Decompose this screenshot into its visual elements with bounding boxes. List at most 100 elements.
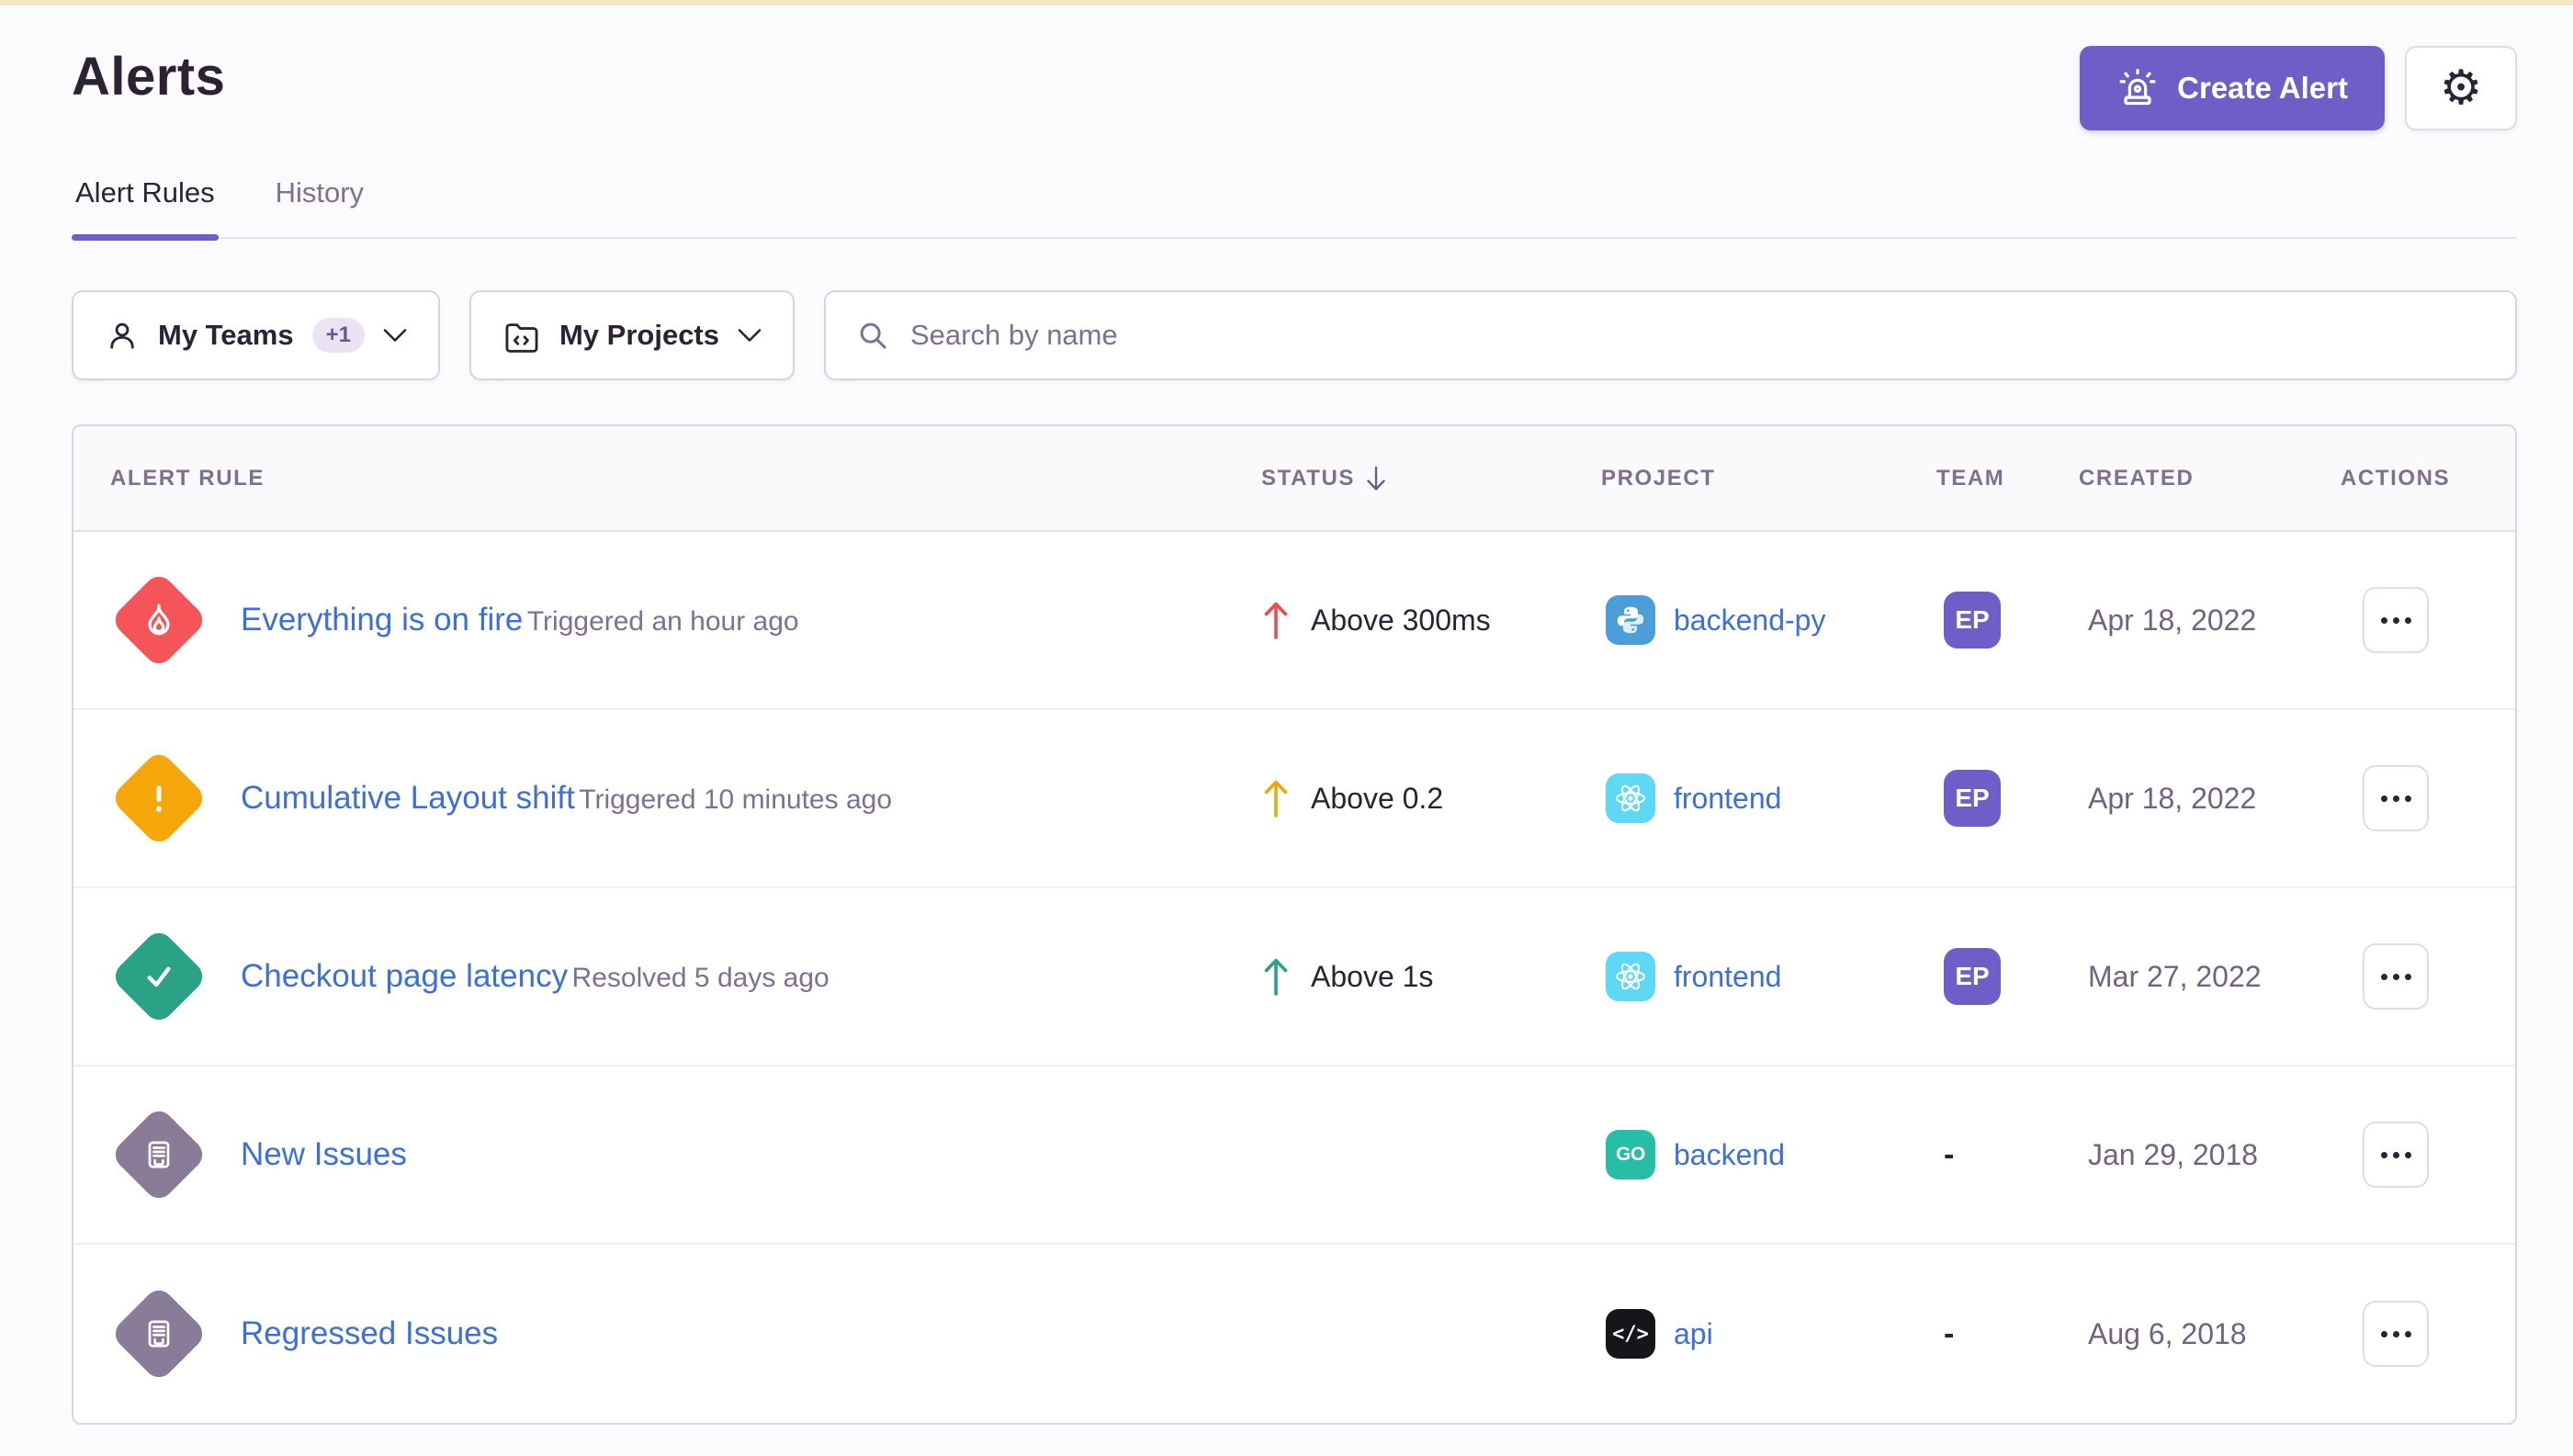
- issues-icon: [141, 1315, 177, 1352]
- actions-cell: [2341, 765, 2478, 831]
- alert-rule-link[interactable]: Everything is on fire: [241, 602, 523, 638]
- table-row: Cumulative Layout shift Triggered 10 min…: [73, 710, 2515, 888]
- create-alert-button[interactable]: Create Alert: [2080, 46, 2385, 130]
- alert-type-icon: [110, 928, 208, 1025]
- tab-alert-rules[interactable]: Alert Rules: [72, 176, 219, 237]
- status-up-arrow-icon: [1261, 955, 1291, 998]
- created-date: Jan 29, 2018: [2079, 1138, 2341, 1172]
- team-cell: EP: [1936, 948, 2079, 1005]
- project-platform-icon: GO </>: [1606, 952, 1655, 1001]
- sort-desc-icon: [1364, 464, 1388, 493]
- alert-rule-link[interactable]: Cumulative Layout shift: [241, 780, 575, 816]
- alert-rule-link[interactable]: Regressed Issues: [241, 1315, 498, 1351]
- projects-filter-label: My Projects: [559, 319, 719, 352]
- team-cell: EP: [1936, 770, 2079, 827]
- status-cell: Above 0.2: [1261, 777, 1601, 819]
- team-cell: -: [1936, 1137, 2079, 1173]
- alert-rule-link[interactable]: New Issues: [241, 1136, 407, 1172]
- project-folder-icon: [502, 317, 541, 354]
- column-header-actions: Actions: [2341, 466, 2478, 491]
- alert-rule-cell: Cumulative Layout shift Triggered 10 min…: [110, 750, 1261, 847]
- row-actions-button[interactable]: [2363, 765, 2429, 831]
- alert-rule-link[interactable]: Checkout page latency: [241, 958, 568, 994]
- table-header-row: Alert Rule Status Project Team Created A…: [73, 426, 2515, 532]
- project-cell: GO </> api: [1601, 1309, 1936, 1359]
- page-title: Alerts: [72, 46, 225, 107]
- status-text: Above 1s: [1311, 960, 1433, 994]
- column-header-created: Created: [2079, 466, 2341, 491]
- chevron-down-icon: [383, 328, 407, 343]
- chevron-down-icon: [738, 328, 762, 343]
- team-badge: -: [1944, 1137, 2079, 1173]
- top-accent-strip: [0, 0, 2573, 6]
- search-container: [824, 290, 2517, 380]
- project-link[interactable]: frontend: [1674, 960, 1781, 994]
- project-cell: GO </> backend-py: [1601, 595, 1936, 645]
- alert-type-icon: [110, 750, 208, 847]
- project-cell: GO </> frontend: [1601, 952, 1936, 1001]
- alert-rule-subtitle: Triggered 10 minutes ago: [579, 784, 892, 815]
- project-link[interactable]: backend-py: [1674, 604, 1825, 638]
- status-text: Above 300ms: [1311, 604, 1491, 638]
- status-cell: Above 300ms: [1261, 599, 1601, 641]
- project-platform-icon: GO </>: [1606, 595, 1655, 645]
- status-up-arrow-icon: [1261, 777, 1291, 819]
- alert-settings-button[interactable]: ⚙: [2405, 46, 2517, 130]
- created-date: Aug 6, 2018: [2079, 1317, 2341, 1351]
- actions-cell: [2341, 587, 2478, 653]
- table-row: Regressed Issues GO </> api - A: [73, 1245, 2515, 1423]
- project-link[interactable]: frontend: [1674, 782, 1781, 816]
- table-row: New Issues GO </> backend - Jan: [73, 1067, 2515, 1245]
- react-icon: [1612, 780, 1649, 817]
- row-actions-button[interactable]: [2363, 943, 2429, 1010]
- table-row: Everything is on fire Triggered an hour …: [73, 532, 2515, 710]
- row-actions-button[interactable]: [2363, 1301, 2429, 1367]
- alert-type-icon: [110, 1106, 208, 1203]
- column-header-status[interactable]: Status: [1261, 464, 1601, 493]
- teams-filter-dropdown[interactable]: My Teams +1: [72, 290, 440, 380]
- project-platform-icon: GO </>: [1606, 1130, 1655, 1179]
- teams-count-badge: +1: [312, 318, 365, 353]
- alert-rule-cell: New Issues: [110, 1106, 1261, 1203]
- search-input[interactable]: [910, 319, 2486, 352]
- project-link[interactable]: backend: [1674, 1138, 1785, 1172]
- row-actions-button[interactable]: [2363, 587, 2429, 653]
- alert-rule-cell: Regressed Issues: [110, 1285, 1261, 1383]
- column-header-project: Project: [1601, 466, 1936, 491]
- react-icon: [1612, 958, 1649, 995]
- status-cell: Above 1s: [1261, 955, 1601, 998]
- actions-cell: [2341, 943, 2478, 1010]
- actions-cell: [2341, 1301, 2478, 1367]
- tab-history[interactable]: History: [272, 176, 367, 237]
- created-date: Apr 18, 2022: [2079, 782, 2341, 816]
- alert-rule-cell: Checkout page latency Resolved 5 days ag…: [110, 928, 1261, 1025]
- teams-filter-label: My Teams: [158, 319, 294, 352]
- check-icon: [139, 956, 179, 997]
- project-cell: GO </> backend: [1601, 1130, 1936, 1179]
- alert-rule-subtitle: Resolved 5 days ago: [572, 963, 829, 993]
- team-cell: EP: [1936, 592, 2079, 649]
- search-icon: [855, 318, 890, 353]
- alert-rules-table: Alert Rule Status Project Team Created A…: [72, 424, 2517, 1425]
- team-badge: EP: [1944, 948, 2001, 1005]
- alert-rule-subtitle: Triggered an hour ago: [527, 606, 799, 637]
- column-header-team: Team: [1936, 466, 2079, 491]
- tab-bar: Alert Rules History: [72, 176, 2517, 239]
- project-link[interactable]: api: [1674, 1317, 1713, 1351]
- project-cell: GO </> frontend: [1601, 773, 1936, 823]
- status-up-arrow-icon: [1261, 599, 1291, 641]
- team-badge: EP: [1944, 592, 2001, 649]
- projects-filter-dropdown[interactable]: My Projects: [469, 290, 795, 380]
- page-header: Alerts Create Alert ⚙: [72, 46, 2517, 130]
- team-badge: EP: [1944, 770, 2001, 827]
- code-icon: </>: [1612, 1323, 1649, 1346]
- created-date: Mar 27, 2022: [2079, 960, 2341, 994]
- table-row: Checkout page latency Resolved 5 days ag…: [73, 888, 2515, 1067]
- gear-icon: ⚙: [2440, 64, 2483, 112]
- actions-cell: [2341, 1122, 2478, 1188]
- filter-bar: My Teams +1 My Projects: [72, 290, 2517, 380]
- siren-icon: [2116, 67, 2159, 109]
- row-actions-button[interactable]: [2363, 1122, 2429, 1188]
- warning-icon: [139, 778, 179, 818]
- project-platform-icon: GO </>: [1606, 1309, 1655, 1359]
